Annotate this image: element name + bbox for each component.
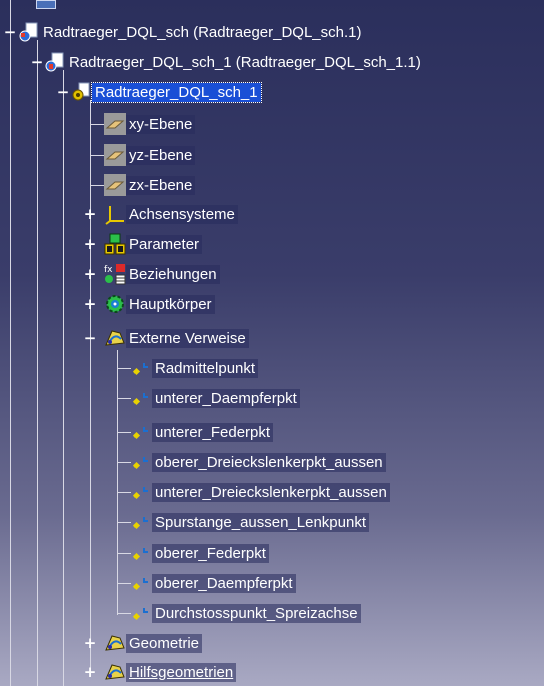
point-icon (130, 387, 152, 409)
tree-node-auxiliary-geometry[interactable]: Hilfsgeometrien (104, 659, 237, 685)
tree-node-label: Parameter (126, 234, 203, 254)
tree-node-part[interactable]: Radtraeger_DQL_sch_1 (70, 79, 262, 105)
plane-icon (104, 113, 126, 135)
tree-node-label: Beziehungen (126, 264, 220, 284)
svg-text:fx: fx (104, 265, 113, 275)
specification-tree: − Radtraeger_DQL_sch (Radtraeger_DQL_sch… (0, 0, 544, 686)
tree-line (117, 368, 131, 369)
tree-node-point[interactable]: oberer_Federpkt (130, 540, 269, 566)
partial-top-icon (36, 0, 56, 9)
tree-node-axis-systems[interactable]: Achsensysteme (104, 201, 238, 227)
tree-node-label: Hilfsgeometrien (126, 662, 237, 682)
tree-line (117, 522, 131, 523)
tree-line (117, 583, 131, 584)
collapse-toggle[interactable]: − (83, 331, 97, 346)
tree-line (117, 613, 131, 614)
tree-line (63, 70, 64, 686)
tree-node-label: xy-Ebene (126, 114, 196, 134)
expand-toggle[interactable]: + (83, 297, 97, 312)
expand-toggle[interactable]: + (83, 207, 97, 222)
tree-node-point[interactable]: Radmittelpunkt (130, 355, 259, 381)
tree-node-point[interactable]: unterer_Daempferpkt (130, 385, 300, 411)
geometrical-set-icon (104, 327, 126, 349)
expand-toggle[interactable]: + (83, 267, 97, 282)
axis-system-icon (104, 203, 126, 225)
tree-node-point[interactable]: Durchstosspunkt_Spreizachse (130, 600, 361, 626)
tree-node-point[interactable]: oberer_Dreieckslenkerpkt_aussen (130, 449, 386, 475)
point-icon (130, 451, 152, 473)
tree-node-point[interactable]: unterer_Dreieckslenkerpkt_aussen (130, 479, 390, 505)
point-icon (130, 481, 152, 503)
expand-toggle[interactable]: + (83, 665, 97, 680)
tree-node-external-references[interactable]: Externe Verweise (104, 325, 249, 351)
tree-node-point[interactable]: unterer_Federpkt (130, 419, 274, 445)
tree-node-point[interactable]: oberer_Daempferpkt (130, 570, 296, 596)
part-gear-icon (70, 81, 92, 103)
tree-node-label: Radtraeger_DQL_sch_1 (91, 81, 262, 103)
point-icon (130, 357, 152, 379)
tree-line (117, 492, 131, 493)
tree-node-plane[interactable]: yz-Ebene (104, 142, 196, 168)
point-icon (130, 572, 152, 594)
tree-line (10, 0, 11, 686)
point-icon (130, 542, 152, 564)
tree-line (117, 398, 131, 399)
tree-node-label: Externe Verweise (126, 328, 249, 348)
relations-icon: fx (104, 263, 126, 285)
body-gear-icon (104, 293, 126, 315)
tree-node-label: zx-Ebene (126, 175, 196, 195)
tree-line (117, 350, 118, 615)
tree-line (37, 40, 38, 686)
tree-node-label: Spurstange_aussen_Lenkpunkt (152, 512, 369, 532)
tree-node-plane[interactable]: zx-Ebene (104, 172, 196, 198)
tree-node-root[interactable]: Radtraeger_DQL_sch (Radtraeger_DQL_sch.1… (18, 19, 365, 45)
collapse-toggle[interactable]: − (3, 25, 17, 40)
tree-node-label: oberer_Dreieckslenkerpkt_aussen (152, 452, 386, 472)
tree-node-label: Hauptkörper (126, 294, 215, 314)
collapse-toggle[interactable]: − (56, 85, 70, 100)
expand-toggle[interactable]: + (83, 636, 97, 651)
tree-node-label: Radtraeger_DQL_sch_1 (Radtraeger_DQL_sch… (69, 53, 421, 71)
tree-node-label: Geometrie (126, 633, 203, 653)
tree-node-label: oberer_Daempferpkt (152, 573, 296, 593)
product-icon (18, 21, 40, 43)
tree-node-parameters[interactable]: Parameter (104, 231, 203, 257)
tree-node-main-body[interactable]: Hauptkörper (104, 291, 215, 317)
tree-node-label: Durchstosspunkt_Spreizachse (152, 603, 361, 623)
geometrical-set-icon (104, 661, 126, 683)
tree-node-label: unterer_Federpkt (152, 422, 274, 442)
point-icon (130, 421, 152, 443)
tree-node-label: Radmittelpunkt (152, 358, 259, 378)
tree-node-plane[interactable]: xy-Ebene (104, 111, 196, 137)
plane-icon (104, 174, 126, 196)
tree-node-geometry[interactable]: Geometrie (104, 630, 203, 656)
tree-node-product[interactable]: Radtraeger_DQL_sch_1 (Radtraeger_DQL_sch… (44, 49, 424, 75)
tree-node-label: unterer_Dreieckslenkerpkt_aussen (152, 482, 390, 502)
tree-node-label: oberer_Federpkt (152, 543, 269, 563)
tree-line (117, 462, 131, 463)
tree-line (117, 553, 131, 554)
tree-line (90, 100, 91, 676)
point-icon (130, 602, 152, 624)
tree-node-point[interactable]: Spurstange_aussen_Lenkpunkt (130, 509, 369, 535)
tree-node-label: Radtraeger_DQL_sch (Radtraeger_DQL_sch.1… (43, 23, 362, 41)
tree-node-label: Achsensysteme (126, 204, 238, 224)
tree-node-relations[interactable]: fx Beziehungen (104, 261, 220, 287)
tree-node-label: yz-Ebene (126, 145, 196, 165)
point-icon (130, 511, 152, 533)
tree-node-label: unterer_Daempferpkt (152, 388, 300, 408)
collapse-toggle[interactable]: − (30, 55, 44, 70)
parameter-icon (104, 233, 126, 255)
tree-line (117, 432, 131, 433)
plane-icon (104, 144, 126, 166)
geometrical-set-icon (104, 632, 126, 654)
expand-toggle[interactable]: + (83, 237, 97, 252)
product-icon (44, 51, 66, 73)
